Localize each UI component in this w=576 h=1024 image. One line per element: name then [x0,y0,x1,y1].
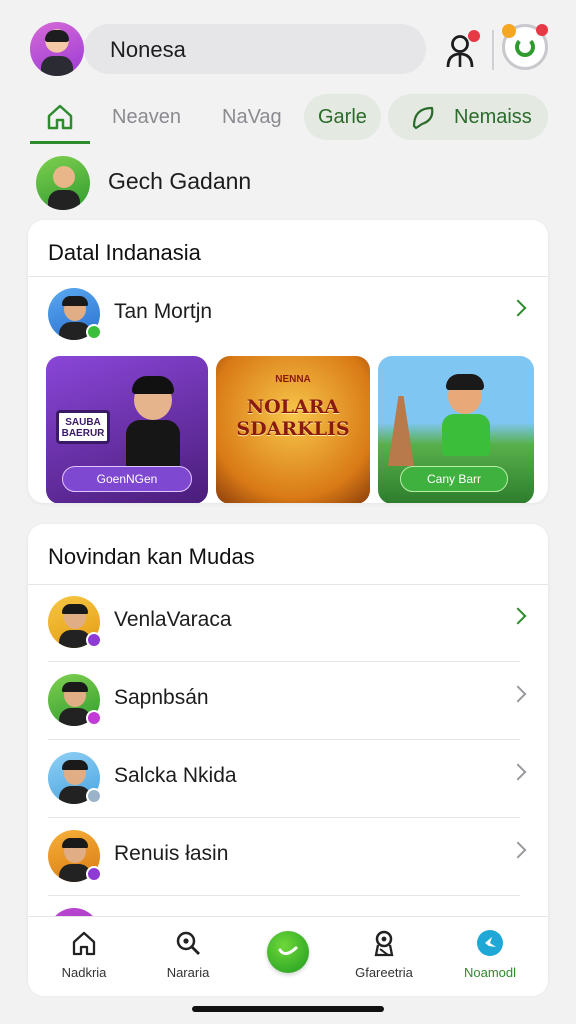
user-name: Salcka Nkida [114,764,237,787]
game-carousel[interactable]: SAUBA BAERUR GoenNGen NENNA NOLARA SDARK… [46,356,546,503]
user-name: VenlaVaraca [114,608,232,631]
home-indicator[interactable] [192,1006,384,1012]
tab-bar: Neaven NaVag Garle Nemaiss [0,94,576,144]
cap [62,604,88,614]
list-item[interactable]: VenlaVaraca [28,584,548,660]
status-badge [86,710,102,726]
nav-profile[interactable]: Noamodl [442,927,538,991]
tab-nemaiss[interactable]: Nemaiss [388,94,548,140]
search-input[interactable]: Nonesa [84,24,426,74]
nav-label: Nararia [166,965,210,980]
game-subtitle: NENNA [275,374,311,385]
user-name: Tan Mortjn [114,300,213,323]
nav-label: Nadkria [61,965,107,980]
user-notification-icon[interactable] [444,30,480,68]
chevron-right-icon [509,763,527,781]
bird-icon [477,930,503,956]
status-badge [86,866,102,882]
featured-avatar [36,156,90,210]
chevron-right-icon [509,841,527,859]
chat-bubble-icon[interactable] [267,931,309,973]
cap [62,682,88,692]
tab-navag[interactable]: NaVag [222,94,282,140]
user-name: Renuis łasin [114,842,229,865]
nav-search[interactable]: Nararia [140,927,236,991]
chat-icon-glyph [278,946,298,955]
featured-name: Gech Gadann [108,168,252,194]
status-badge [86,632,102,648]
featured-user[interactable]: Gech Gadann [36,156,456,212]
chevron-right-icon [509,299,527,317]
orange-dot [502,24,516,38]
game-sign: SAUBA BAERUR [56,410,110,444]
section-title: Novindan kan Mudas [48,544,255,569]
section-title: Datal Indanasia [48,240,201,265]
game-button[interactable]: Cany Barr [400,466,508,492]
tab-home[interactable] [30,94,90,144]
tower-illustration [388,396,414,466]
game-card[interactable]: NENNA NOLARA SDARKLIS [216,356,370,503]
chevron-right-icon [509,607,527,625]
game-title: NOLARA SDARKLIS [236,396,350,440]
nav-label: Gfareetria [355,965,413,980]
chevron-right-icon [509,685,527,703]
nav-places[interactable]: Gfareetria [336,927,432,991]
game-button[interactable]: GoenNGen [62,466,192,492]
cap [62,296,88,306]
red-dot [536,24,548,36]
search-text: Nonesa [110,37,186,62]
nav-label: Noamodl [463,965,517,980]
list-item[interactable]: Salcka Nkida [28,740,548,816]
status-badge [86,324,102,340]
top-bar: Nonesa [0,0,576,96]
bottom-nav: Nadkria Nararia Gfareetria Noamodl [28,916,548,996]
game-character [436,372,496,468]
notification-dot [468,30,480,42]
status-ring-icon[interactable] [502,24,548,70]
list-item[interactable]: Sapnbsán [28,662,548,738]
tab-neaven[interactable]: Neaven [112,94,181,140]
cap [62,838,88,848]
status-badge [86,788,102,804]
leaf-chat-icon [412,106,434,130]
nav-home[interactable]: Nadkria [36,927,132,991]
cap [62,760,88,770]
game-card[interactable]: SAUBA BAERUR GoenNGen [46,356,208,503]
tab-nemaiss-label: Nemaiss [454,106,532,128]
power-icon [515,37,535,57]
location-pin-icon [374,930,394,957]
divider [492,30,494,70]
list-item[interactable]: Tan Mortjn [28,276,548,352]
tab-garle[interactable]: Garle [304,94,381,140]
user-name: Sapnbsán [114,686,209,709]
profile-avatar[interactable] [30,22,84,76]
home-icon [47,104,73,130]
game-card[interactable]: Cany Barr [378,356,534,503]
home-icon [72,931,96,956]
game-character [118,374,188,470]
search-icon [176,931,200,955]
section-card-1: Datal Indanasia Tan Mortjn SAUBA BAERUR … [28,220,548,503]
list-item[interactable]: Renuis łasin [28,818,548,894]
